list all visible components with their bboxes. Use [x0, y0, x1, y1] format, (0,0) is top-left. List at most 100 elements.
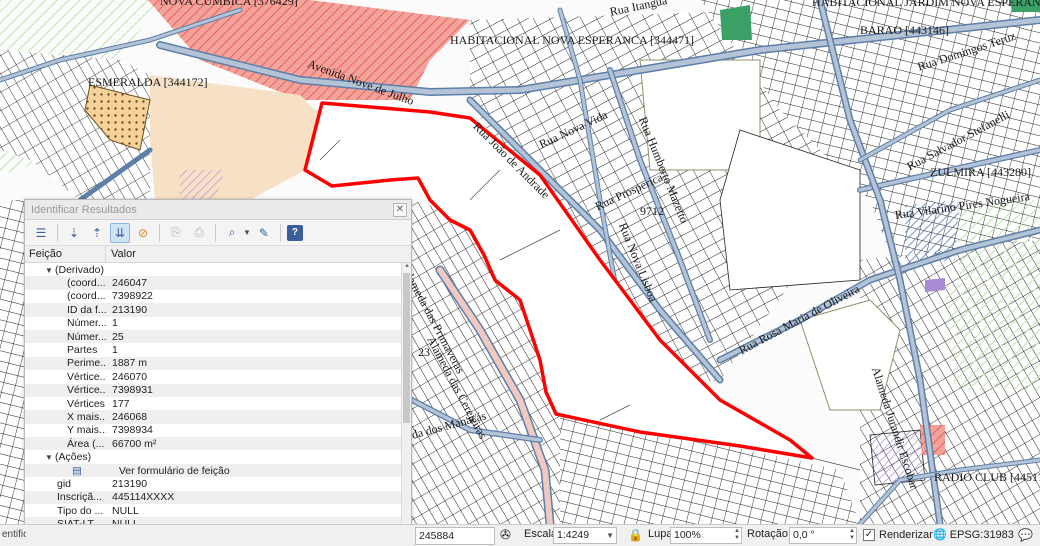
expand-new-icon[interactable]: ⇊ — [110, 222, 130, 243]
row-key: Inscriçã... — [25, 491, 106, 503]
toolbar-separator — [215, 223, 216, 242]
row-value: 1 — [106, 317, 118, 329]
row-value: NULL — [106, 505, 139, 517]
row-value-text: 445114XXXX — [112, 491, 175, 504]
map-label-habitacional-jardim: HABITACIONAL JARDIM NOVA ESPERANCA [1 — [812, 0, 1040, 9]
chevron-down-icon[interactable]: ▼ — [45, 266, 55, 275]
tree-row-derived[interactable]: ID da f... 213190 — [25, 303, 411, 317]
rotation-spinbox[interactable]: 0,0 ° ▲ ▼ — [789, 527, 857, 544]
row-key-text: Área (... — [67, 437, 105, 450]
row-value-text: 246068 — [112, 410, 148, 423]
render-label: Renderizar — [879, 529, 933, 541]
row-key-text: gid — [57, 477, 72, 490]
map-label-zulmira: ZULMIRA [443280] — [930, 165, 1031, 179]
scroll-up-icon[interactable]: ▲ — [402, 263, 411, 273]
row-key: Partes — [25, 344, 106, 356]
row-value-text: 25 — [112, 330, 124, 343]
scrollbar-thumb[interactable] — [403, 273, 410, 423]
render-checkbox[interactable]: ✓ — [863, 529, 875, 541]
crs-label[interactable]: EPSG:31983 — [950, 529, 1014, 541]
row-key: Vértice... — [25, 371, 106, 383]
tree-row-derived[interactable]: Númer... 1 — [25, 317, 411, 330]
row-key: Vértices — [25, 398, 106, 410]
tree-row-derived[interactable]: Partes 1 — [25, 343, 411, 356]
tree-row-action[interactable]: ▤ Ver formulário de feição — [25, 463, 411, 478]
row-value: 1 — [106, 344, 118, 356]
row-value-text: 7398934 — [112, 424, 153, 437]
row-key-text: (coord... — [67, 277, 106, 290]
tree-group-derived[interactable]: ▼ (Derivado) — [25, 263, 411, 276]
chevron-down-icon[interactable]: ▼ — [45, 453, 55, 462]
close-icon[interactable]: ✕ — [393, 202, 407, 217]
magnifier-spinbox[interactable]: 100% ▲ ▼ — [670, 527, 742, 544]
tree-row-derived[interactable]: (coord... 246047 — [25, 276, 411, 290]
spin-arrows-icon[interactable]: ▲ ▼ — [734, 528, 740, 542]
expand-all-icon[interactable]: ⇣ — [64, 223, 84, 243]
column-feature[interactable]: Feição — [25, 246, 106, 262]
chevron-down-icon[interactable]: ▼ — [243, 228, 251, 237]
row-value-text: 1 — [112, 317, 118, 330]
row-key: ▼ (Ações) — [25, 451, 106, 463]
row-key-text: (coord... — [67, 290, 106, 303]
expand-tree-icon[interactable]: ☰ — [31, 223, 51, 243]
copy-icon[interactable]: ⎘ — [166, 223, 186, 243]
row-key: X mais... — [25, 411, 106, 423]
toggle-extents-icon[interactable]: ✇ — [500, 527, 511, 543]
messages-icon[interactable]: 💬 — [1018, 528, 1033, 542]
coordinate-field[interactable]: 245884 7398635 — [415, 527, 495, 545]
help-icon[interactable]: ? — [286, 224, 303, 241]
row-key-text: Númer... — [67, 330, 106, 343]
tree-row-derived[interactable]: Vértice... 246070 — [25, 370, 411, 383]
tree-row-derived[interactable]: Vértices 177 — [25, 397, 411, 410]
rotation-label: Rotação — [747, 528, 788, 540]
tree-row-derived[interactable]: Vértice... 7398931 — [25, 383, 411, 397]
row-value: 7398922 — [106, 290, 153, 302]
row-value: 213190 — [106, 304, 147, 316]
row-value: 246068 — [106, 411, 147, 423]
rotation-value: 0,0 ° — [793, 529, 815, 541]
row-key: Vértice... — [25, 384, 106, 396]
crs-globe-icon[interactable]: 🌐 — [933, 528, 947, 541]
identify-mode-icon[interactable]: ⌕ — [222, 223, 242, 243]
row-key-text: Inscriçã... — [57, 491, 102, 504]
map-label-habitacional-nova: HABITACIONAL NOVA ESPERANCA [344471] — [450, 33, 695, 47]
identify-panel-titlebar[interactable]: Identificar Resultados ✕ — [25, 200, 411, 220]
chevron-down-icon[interactable]: ▼ — [606, 528, 614, 543]
map-label-esmeralda: ESMERALDA [344172] — [88, 75, 208, 89]
collapse-all-icon[interactable]: ⇡ — [87, 223, 107, 243]
tree-row-derived[interactable]: X mais... 246068 — [25, 410, 411, 424]
tree-group-actions[interactable]: ▼ (Ações) — [25, 450, 411, 463]
row-value: 1887 m — [106, 357, 147, 369]
settings-icon[interactable]: ✎ — [254, 223, 274, 243]
map-label-num-9712: 9712 — [640, 204, 664, 218]
row-value-text: 7398922 — [112, 290, 153, 303]
spin-arrows-icon[interactable]: ▲ ▼ — [849, 528, 855, 542]
row-key-text: Perime... — [67, 357, 106, 370]
row-value-text: 66700 m² — [112, 437, 157, 450]
tree-row-derived[interactable]: Perime... 1887 m — [25, 356, 411, 371]
row-key-text: (Ações) — [55, 451, 92, 464]
toolbar-separator — [57, 223, 58, 242]
row-key: gid — [25, 478, 106, 490]
form-icon: ▤ — [72, 464, 85, 477]
tree-row-derived[interactable]: Y mais... 7398934 — [25, 424, 411, 437]
tree-row-derived[interactable]: (coord... 7398922 — [25, 290, 411, 303]
row-key: Perime... — [25, 357, 106, 369]
column-value[interactable]: Valor — [106, 248, 136, 260]
scale-combobox[interactable]: 1:4249 ▼ — [553, 527, 617, 544]
lock-scale-icon[interactable]: 🔒 — [628, 528, 643, 542]
print-icon[interactable]: ⎙ — [189, 223, 209, 243]
tree-row-attribute[interactable]: Inscriçã... 445114XXXX — [25, 490, 411, 505]
tree-row-attribute[interactable]: Tipo do ... NULL — [25, 504, 411, 517]
row-value: 177 — [106, 398, 130, 410]
tree-row-derived[interactable]: Númer... 25 — [25, 329, 411, 344]
row-key-text: Partes — [67, 344, 98, 357]
map-label-radio-club: RADIO CLUB [44517 — [934, 470, 1040, 484]
clear-results-icon[interactable]: ⊘ — [133, 223, 153, 243]
results-tree[interactable]: ▼ (Derivado) (coord... 246047 (coord... 73989… — [25, 263, 411, 544]
magnifier-label: Lupa — [648, 528, 673, 540]
tree-row-attribute[interactable]: gid 213190 — [25, 477, 411, 490]
tree-row-derived[interactable]: Área (... 66700 m² — [25, 437, 411, 451]
results-scrollbar[interactable]: ▲ — [401, 263, 411, 544]
status-message: entifica — [2, 529, 26, 540]
